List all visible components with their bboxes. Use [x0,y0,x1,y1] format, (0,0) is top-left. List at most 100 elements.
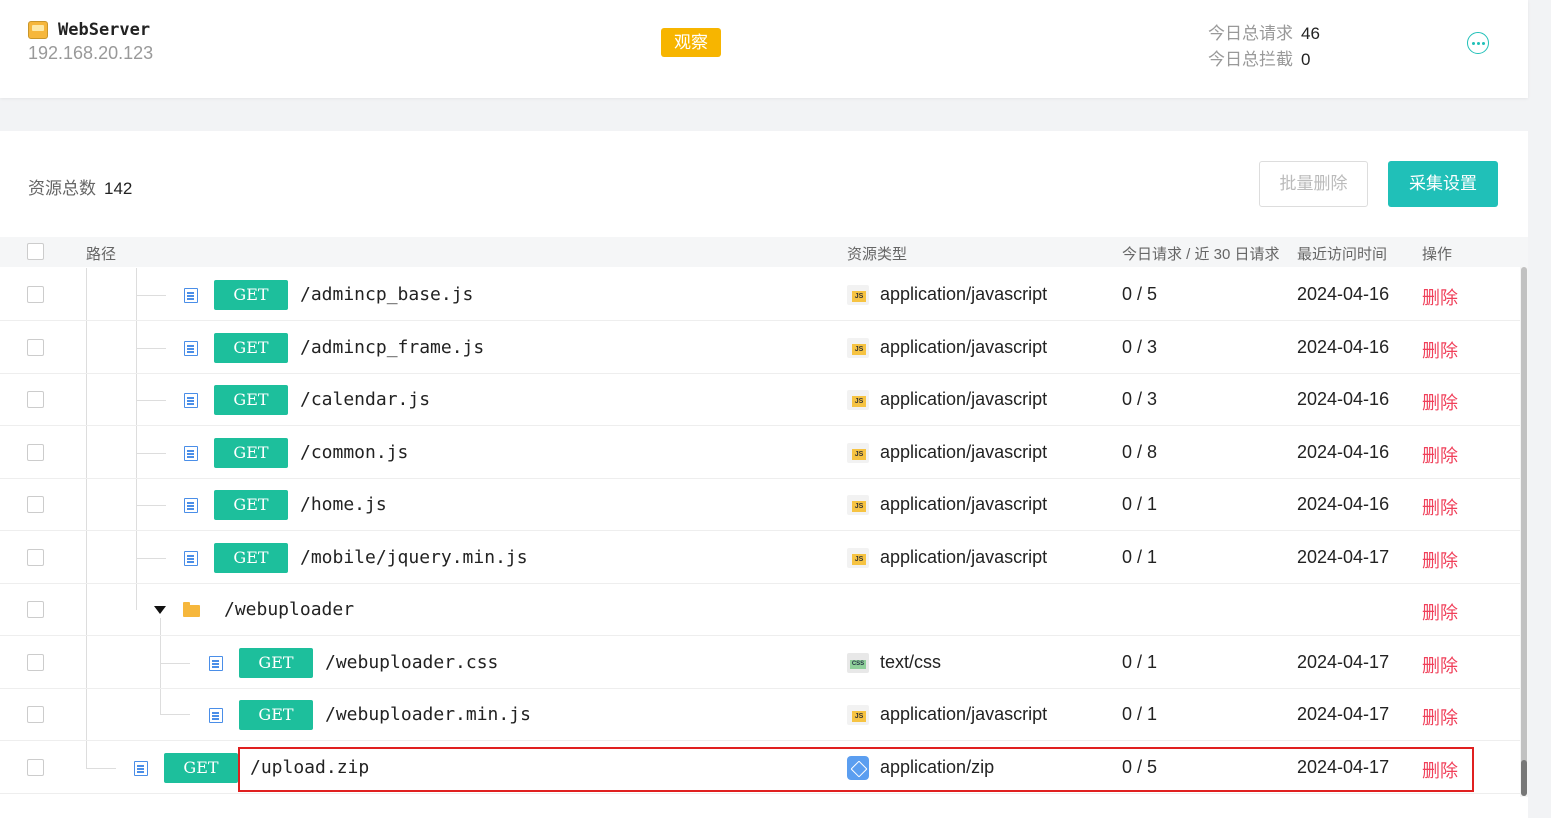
last-visit-date: 2024-04-16 [1297,442,1390,462]
file-icon [184,446,198,461]
today-blocked-value: 0 [1301,50,1311,69]
table-header: 路径 资源类型 今日请求 / 近 30 日请求 最近访问时间 操作 [0,237,1528,267]
last-visit-date: 2024-04-17 [1297,704,1390,724]
row-checkbox[interactable] [27,286,44,303]
delete-link[interactable]: 删除 [1422,337,1458,363]
js-file-icon [847,705,869,725]
collect-settings-button[interactable]: 采集设置 [1388,161,1498,207]
row-checkbox[interactable] [27,654,44,671]
last-visit-date: 2024-04-16 [1297,337,1390,357]
mode-badge[interactable]: 观察 [661,28,721,57]
last-visit-date: 2024-04-16 [1297,284,1390,304]
table-row[interactable]: GET /calendar.js application/javascript … [0,374,1520,426]
request-count: 0 / 1 [1122,652,1158,672]
header-path: 路径 [86,246,117,263]
row-checkbox[interactable] [27,549,44,566]
row-checkbox[interactable] [27,759,44,776]
method-badge: GET [239,700,313,730]
method-badge: GET [214,280,288,310]
today-requests-value: 46 [1301,24,1320,43]
js-file-icon [847,548,869,568]
last-visit-date: 2024-04-16 [1297,389,1390,409]
delete-link[interactable]: 删除 [1422,704,1458,730]
table-row[interactable]: GET /webuploader.css text/css 0 / 1 2024… [0,637,1520,689]
resource-count-label: 资源总数 [28,179,96,198]
delete-link[interactable]: 删除 [1422,389,1458,415]
resource-path: /webuploader.css [325,652,499,673]
delete-link[interactable]: 删除 [1422,547,1458,573]
delete-link[interactable]: 删除 [1422,494,1458,520]
table-row[interactable]: GET /admincp_base.js application/javascr… [0,269,1520,321]
header-action: 操作 [1422,246,1453,263]
scrollbar-thumb-active[interactable] [1521,760,1527,796]
today-blocked-label: 今日总拦截 [1208,50,1293,69]
resource-type: application/javascript [880,442,1048,462]
row-checkbox[interactable] [27,601,44,618]
method-badge: GET [214,543,288,573]
resource-type: application/javascript [880,547,1048,567]
resource-path: /admincp_frame.js [300,337,485,358]
js-file-icon [847,285,869,305]
file-icon [184,288,198,303]
delete-link[interactable]: 删除 [1422,652,1458,678]
row-checkbox[interactable] [27,391,44,408]
resource-path: /webuploader.min.js [325,704,531,725]
header-requests: 今日请求 / 近 30 日请求 [1122,246,1280,263]
batch-delete-button[interactable]: 批量删除 [1259,161,1368,207]
delete-link[interactable]: 删除 [1422,284,1458,310]
js-file-icon [847,390,869,410]
expand-caret-icon[interactable] [154,606,166,614]
folder-path: /webuploader [224,599,355,620]
file-icon [184,498,198,513]
last-visit-date: 2024-04-17 [1297,547,1390,567]
table-row[interactable]: GET /admincp_frame.js application/javasc… [0,322,1520,374]
js-file-icon [847,443,869,463]
file-icon [184,393,198,408]
request-count: 0 / 8 [1122,442,1158,462]
row-checkbox[interactable] [27,339,44,356]
resource-type: application/javascript [880,284,1048,304]
request-count: 0 / 1 [1122,547,1158,567]
resource-count-value: 142 [104,179,133,198]
select-all-checkbox[interactable] [27,243,44,260]
resource-type: application/javascript [880,494,1048,514]
method-badge: GET [239,648,313,678]
file-icon [209,708,223,723]
header-type: 资源类型 [847,246,908,263]
row-checkbox[interactable] [27,496,44,513]
row-checkbox[interactable] [27,706,44,723]
request-count: 0 / 1 [1122,704,1158,724]
folder-row[interactable]: /webuploader 删除 [0,584,1520,636]
table-row[interactable]: GET /mobile/jquery.min.js application/ja… [0,532,1520,584]
table-row[interactable]: GET /home.js application/javascript 0 / … [0,479,1520,531]
server-ip: 192.168.20.123 [28,43,154,63]
more-options-icon[interactable] [1467,32,1489,54]
scrollbar-thumb[interactable] [1521,267,1527,795]
js-file-icon [847,495,869,515]
today-blocked-stat: 今日总拦截 0 [1208,45,1310,70]
resource-type: application/javascript [880,337,1048,357]
delete-link[interactable]: 删除 [1422,442,1458,468]
server-card: WebServer 192.168.20.123 观察 今日总请求 46 今日总拦… [0,0,1528,98]
row-checkbox[interactable] [27,444,44,461]
method-badge: GET [214,438,288,468]
file-icon [209,656,223,671]
table-row[interactable]: GET /common.js application/javascript 0 … [0,427,1520,479]
request-count: 0 / 5 [1122,284,1158,304]
resource-path: /home.js [300,494,387,515]
table-row[interactable]: GET /webuploader.min.js application/java… [0,689,1520,741]
resource-type: text/css [880,652,942,672]
method-badge: GET [214,385,288,415]
delete-link[interactable]: 删除 [1422,599,1458,625]
method-badge: GET [214,333,288,363]
resource-path: /admincp_base.js [300,284,474,305]
resource-path: /mobile/jquery.min.js [300,547,528,568]
today-requests-label: 今日总请求 [1208,24,1293,43]
last-visit-date: 2024-04-17 [1297,652,1390,672]
file-icon [184,551,198,566]
file-icon [184,341,198,356]
resource-type: application/javascript [880,704,1048,724]
file-icon [134,761,148,776]
today-requests-stat: 今日总请求 46 [1208,19,1320,44]
request-count: 0 / 3 [1122,389,1158,409]
